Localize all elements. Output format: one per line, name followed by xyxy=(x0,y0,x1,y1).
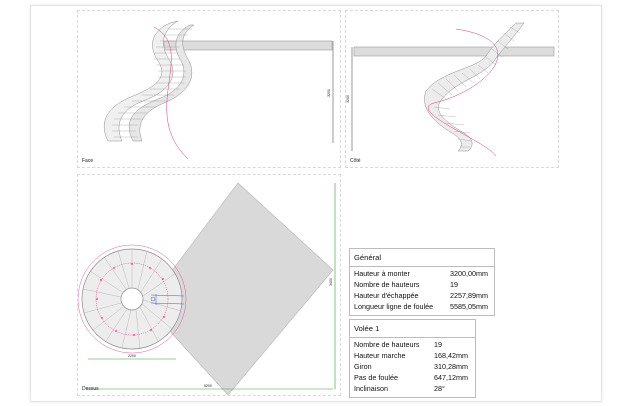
height-dim-face: 3200 xyxy=(326,89,331,97)
volee-value-3: 647,12mm xyxy=(434,373,468,382)
volee-label-1: Hauteur marche xyxy=(354,351,406,360)
volee-label-2: Giron xyxy=(354,362,372,371)
view-cote[interactable]: Côté 3200 xyxy=(345,10,559,168)
volee-label-0: Nombre de hauteurs xyxy=(354,340,420,349)
stair-newel xyxy=(120,287,144,311)
height-dim-cote: 3200 xyxy=(345,95,350,103)
dessus-drawing xyxy=(78,182,336,395)
dim-right: 3400 xyxy=(328,278,333,286)
view-label-cote: Côté xyxy=(350,158,361,164)
volee-value-0: 19 xyxy=(434,340,442,349)
floor-slab xyxy=(353,46,555,57)
general-value-0: 3200,00mm xyxy=(450,269,488,278)
general-label-2: Hauteur d'échappée xyxy=(354,291,419,300)
dim-total: 5200 xyxy=(204,384,212,388)
floor-slab xyxy=(163,40,333,51)
volee-label-4: Inclinaison xyxy=(354,384,388,393)
general-table-title: Général xyxy=(350,249,494,267)
volee-value-2: 310,28mm xyxy=(434,362,468,371)
drawing-sheet: Face 3200 Côté 3200 Dessus 2200 5200 340… xyxy=(30,5,602,402)
view-dessus[interactable]: Dessus 2200 5200 3400 xyxy=(77,174,341,396)
general-label-3: Longueur ligne de foulée xyxy=(354,302,434,311)
general-label-0: Hauteur à monter xyxy=(354,269,410,278)
view-label-face: Face xyxy=(82,158,94,164)
volee-value-1: 168,42mm xyxy=(434,351,468,360)
spiral-stair-cote xyxy=(424,22,525,152)
volee-table-title: Volée 1 xyxy=(350,320,475,338)
general-table: Général Hauteur à monter 3200,00mm Nombr… xyxy=(349,248,495,316)
volee-table: Volée 1 Nombre de hauteurs 19 Hauteur ma… xyxy=(349,319,476,398)
volee-value-4: 28° xyxy=(434,384,445,393)
view-face[interactable]: Face 3200 xyxy=(77,10,341,168)
general-label-1: Nombre de hauteurs xyxy=(354,280,420,289)
volee-label-3: Pas de foulée xyxy=(354,373,398,382)
spiral-stair-face xyxy=(103,20,195,142)
cote-drawing xyxy=(351,22,555,157)
general-value-2: 2257,89mm xyxy=(450,291,488,300)
view-label-dessus: Dessus xyxy=(82,386,99,392)
dim-bottom: 2200 xyxy=(128,354,136,358)
face-drawing xyxy=(103,20,334,160)
general-value-1: 19 xyxy=(450,280,458,289)
general-value-3: 5585,05mm xyxy=(450,302,488,311)
